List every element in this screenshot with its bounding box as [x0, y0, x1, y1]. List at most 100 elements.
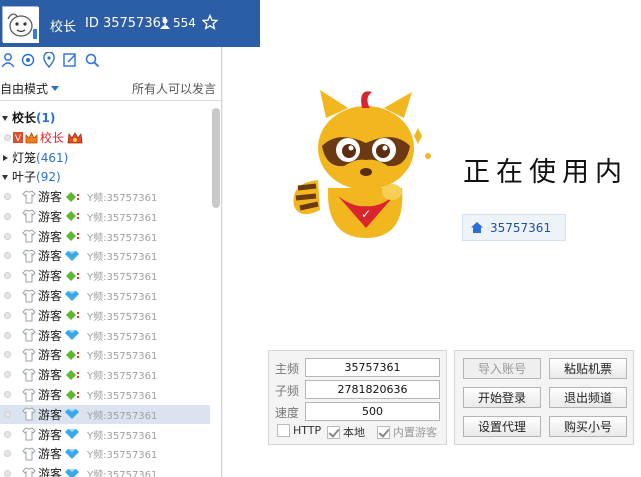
green-leaf-badge-icon: [66, 270, 80, 281]
tree-user-info: Y频:35757361: [87, 232, 158, 244]
tree-user-info: Y频:35757361: [87, 371, 158, 383]
start-login-button[interactable]: 开始登录: [463, 387, 541, 408]
guest-shirt-icon: [22, 249, 36, 263]
tree-user-row[interactable]: 游客 Y频:35757361: [0, 227, 210, 246]
sub-channel-input[interactable]: [305, 380, 440, 399]
sub-channel-label: 子频: [275, 384, 300, 398]
tree-group-1[interactable]: 灯笼 (461): [0, 148, 210, 167]
tree-user-info: Y频:35757361: [87, 331, 158, 343]
guest-shirt-icon: [22, 467, 36, 477]
guest-shirt-icon: [22, 407, 36, 421]
status-dot: [4, 470, 11, 477]
tree-user-info: Y频:35757361: [87, 292, 158, 303]
button-panel: 导入账号 粘贴机票 开始登录 退出频道 设置代理 购买小号: [454, 350, 634, 445]
http-checkbox[interactable]: HTTP: [277, 424, 321, 437]
tree-user-name: 游客: [38, 190, 63, 204]
status-dot: [4, 272, 11, 280]
status-dot: [4, 410, 11, 418]
avatar[interactable]: [2, 6, 39, 43]
green-leaf-badge-icon: [66, 389, 80, 400]
collapse-icon[interactable]: [0, 153, 10, 163]
tree-user-name: 游客: [38, 348, 63, 363]
tree-user-row[interactable]: 游客 Y频:35757361: [0, 286, 210, 305]
tree-user-row[interactable]: 游客 Y频:35757361: [0, 266, 210, 285]
guest-shirt-icon: [22, 387, 36, 401]
tree-user-name: 游客: [38, 447, 63, 462]
owner-badge-icon: [67, 131, 83, 143]
speed-input[interactable]: [305, 402, 440, 421]
status-dot: [4, 292, 11, 299]
divider: [0, 100, 222, 101]
guest-shirt-icon: [22, 189, 36, 203]
blue-diamond-badge-icon: [65, 448, 80, 459]
scrollbar[interactable]: [212, 108, 220, 208]
mode-note: 所有人可以发言: [131, 82, 216, 96]
tree-user-info: Y频:35757361: [87, 212, 158, 224]
channel-header: 校长 ID 35757361 554: [0, 0, 260, 47]
search-icon[interactable]: [84, 52, 100, 68]
raccoon-mascot-image: ✓: [288, 88, 443, 248]
person-icon: [160, 18, 170, 29]
main-channel-input[interactable]: [305, 358, 440, 377]
tree-user-name: 游客: [38, 427, 63, 442]
tree-group-count: (461): [36, 150, 69, 165]
tree-user-info: Y频:35757361: [87, 430, 158, 442]
status-dot: [4, 232, 11, 240]
tree-user-row[interactable]: 游客 Y频:35757361: [0, 345, 210, 364]
edit-icon[interactable]: [62, 52, 78, 68]
tree-user-row[interactable]: 游客 Y频:35757361: [0, 385, 210, 404]
tree-user-info: Y频:35757361: [87, 193, 158, 204]
tree-user-row[interactable]: 游客 Y频:35757361: [0, 207, 210, 226]
guest-shirt-icon: [22, 209, 36, 223]
expand-icon[interactable]: [0, 113, 10, 123]
tree-group-2[interactable]: 叶子 (92): [0, 167, 210, 186]
green-leaf-badge-icon: [66, 369, 80, 380]
status-dot: [4, 331, 11, 339]
paste-ticket-button[interactable]: 粘贴机票: [549, 358, 627, 379]
guest-shirt-icon: [22, 368, 36, 382]
blue-diamond-badge-icon: [65, 409, 80, 420]
expand-icon[interactable]: [0, 172, 10, 182]
builtin-guest-checkbox[interactable]: 内置游客: [377, 424, 437, 440]
tree-user-row[interactable]: 游客 Y频:35757361: [0, 326, 210, 345]
tree-user-info: Y频:35757361: [87, 410, 158, 422]
header-strip: [223, 0, 260, 47]
mode-row: 自由模式 所有人可以发言: [0, 78, 222, 96]
set-proxy-button[interactable]: 设置代理: [463, 416, 541, 437]
tree-user-leader[interactable]: V 校长: [0, 128, 210, 147]
tree-user-row[interactable]: 游客 Y频:35757361: [0, 365, 210, 384]
home-icon: [471, 222, 483, 233]
http-checkbox-label: HTTP: [293, 424, 322, 437]
guest-shirt-icon: [22, 269, 36, 283]
tree-user-row[interactable]: 游客 Y频:35757361: [0, 404, 210, 424]
tree-user-row[interactable]: 游客 Y频:35757361: [0, 425, 210, 444]
guest-shirt-icon: [22, 427, 36, 441]
refresh-icon[interactable]: [20, 52, 36, 68]
tree-group-0[interactable]: 校长 (1): [0, 108, 210, 127]
status-dot: [4, 134, 11, 141]
location-icon[interactable]: [41, 52, 57, 68]
app-window: 校长 ID 35757361 554 自由模式 所有人可以发言 校长 (1) V…: [0, 0, 641, 477]
online-count-value: 554: [173, 16, 196, 30]
star-icon[interactable]: [202, 14, 218, 30]
import-account-button[interactable]: 导入账号: [463, 358, 541, 379]
tree-user-row[interactable]: 游客 Y频:35757361: [0, 246, 210, 265]
tree-user-name: 游客: [38, 467, 63, 477]
online-count: 554: [160, 16, 196, 30]
exit-channel-button[interactable]: 退出频道: [549, 387, 627, 408]
tree-group-label: 校长: [12, 111, 37, 125]
contacts-icon[interactable]: [0, 52, 16, 68]
tree-user-info: Y频:35757361: [87, 272, 158, 284]
local-checkbox[interactable]: 本地: [327, 424, 365, 440]
tree-user-row[interactable]: 游客 Y频:35757361: [0, 187, 210, 206]
tree-user-name: 校长: [40, 131, 65, 145]
mode-select[interactable]: 自由模式: [0, 80, 60, 97]
buy-account-button[interactable]: 购买小号: [549, 416, 627, 437]
svg-text:✓: ✓: [361, 207, 371, 221]
tree-user-row[interactable]: 游客 Y频:35757361: [0, 464, 210, 477]
tree-user-name: 游客: [38, 229, 63, 244]
tree-user-row[interactable]: 游客 Y频:35757361: [0, 444, 210, 463]
blue-diamond-badge-icon: [65, 330, 80, 341]
tree-user-row[interactable]: 游客 Y频:35757361: [0, 306, 210, 325]
tree-user-info: Y频:35757361: [87, 450, 158, 462]
